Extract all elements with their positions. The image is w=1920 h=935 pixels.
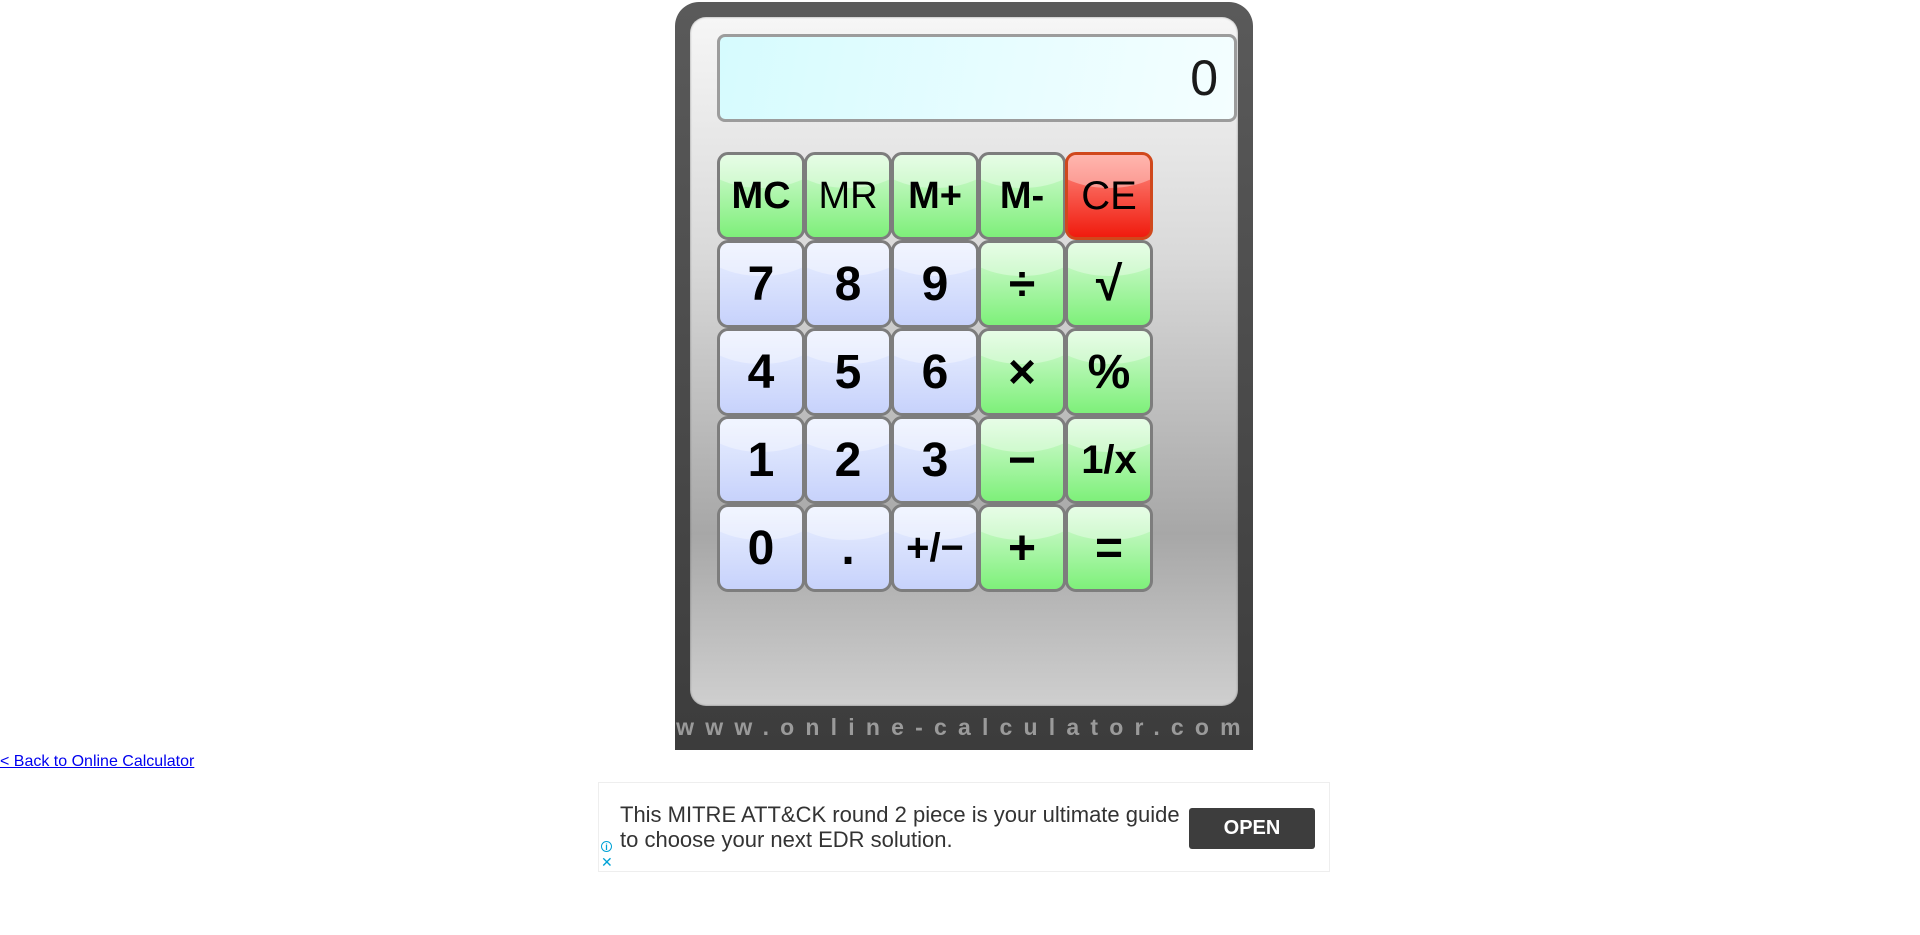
ad-banner[interactable]: This MITRE ATT&CK round 2 piece is your … [598,782,1330,872]
brand-url: www.online-calculator.com [676,714,1252,740]
digit-8-label: 8 [834,257,862,311]
digit-5-button[interactable]: 5 [804,328,892,416]
digit-3-button[interactable]: 3 [891,416,979,504]
sign-toggle-label: +/− [906,525,964,570]
digit-6-button[interactable]: 6 [891,328,979,416]
mc-label: MC [731,174,791,217]
back-to-calculator-link[interactable]: < Back to Online Calculator [0,753,194,771]
digit-6-label: 6 [921,345,949,399]
square-root-button[interactable]: √ [1065,240,1153,328]
m-plus-button[interactable]: M+ [891,152,979,240]
reciprocal-button[interactable]: 1/x [1065,416,1153,504]
calculator-display: 0 [717,34,1237,122]
plus-button[interactable]: + [978,504,1066,592]
digit-0-label: 0 [747,521,775,575]
percent-label: % [1087,345,1131,399]
ad-open-button[interactable]: OPEN [1189,808,1315,849]
calculator-face: 0 MC MR M+ M- CE 7 8 9 ÷ √ 4 5 6 × % 1 2… [690,17,1238,706]
m-minus-button[interactable]: M- [978,152,1066,240]
digit-4-label: 4 [747,345,775,399]
digit-1-button[interactable]: 1 [717,416,805,504]
equals-label: = [1094,521,1124,575]
mc-button[interactable]: MC [717,152,805,240]
clear-entry-button[interactable]: CE [1065,152,1153,240]
digit-9-label: 9 [921,257,949,311]
digit-7-button[interactable]: 7 [717,240,805,328]
info-icon[interactable]: i [601,841,612,852]
minus-button[interactable]: − [978,416,1066,504]
digit-8-button[interactable]: 8 [804,240,892,328]
decimal-point-button[interactable]: . [804,504,892,592]
digit-2-button[interactable]: 2 [804,416,892,504]
multiply-label: × [1007,345,1037,399]
ad-text: This MITRE ATT&CK round 2 piece is your … [620,802,1180,852]
equals-button[interactable]: = [1065,504,1153,592]
multiply-button[interactable]: × [978,328,1066,416]
digit-2-label: 2 [834,433,862,487]
digit-7-label: 7 [747,257,775,311]
m-minus-label: M- [999,174,1045,217]
divide-button[interactable]: ÷ [978,240,1066,328]
reciprocal-label: 1/x [1081,437,1137,482]
digit-5-label: 5 [834,345,862,399]
mr-label: MR [818,174,878,217]
digit-4-button[interactable]: 4 [717,328,805,416]
clear-entry-label: CE [1081,173,1137,218]
sign-toggle-button[interactable]: +/− [891,504,979,592]
close-icon[interactable]: ✕ [601,855,613,869]
plus-label: + [1007,521,1037,575]
mr-button[interactable]: MR [804,152,892,240]
digit-9-button[interactable]: 9 [891,240,979,328]
divide-label: ÷ [1008,257,1036,311]
calculator: 0 MC MR M+ M- CE 7 8 9 ÷ √ 4 5 6 × % 1 2… [675,2,1253,750]
square-root-label: √ [1095,257,1123,311]
digit-1-label: 1 [747,433,775,487]
digit-3-label: 3 [921,433,949,487]
m-plus-label: M+ [908,174,962,217]
percent-button[interactable]: % [1065,328,1153,416]
decimal-point-label: . [841,521,855,575]
minus-label: − [1007,433,1037,487]
digit-0-button[interactable]: 0 [717,504,805,592]
